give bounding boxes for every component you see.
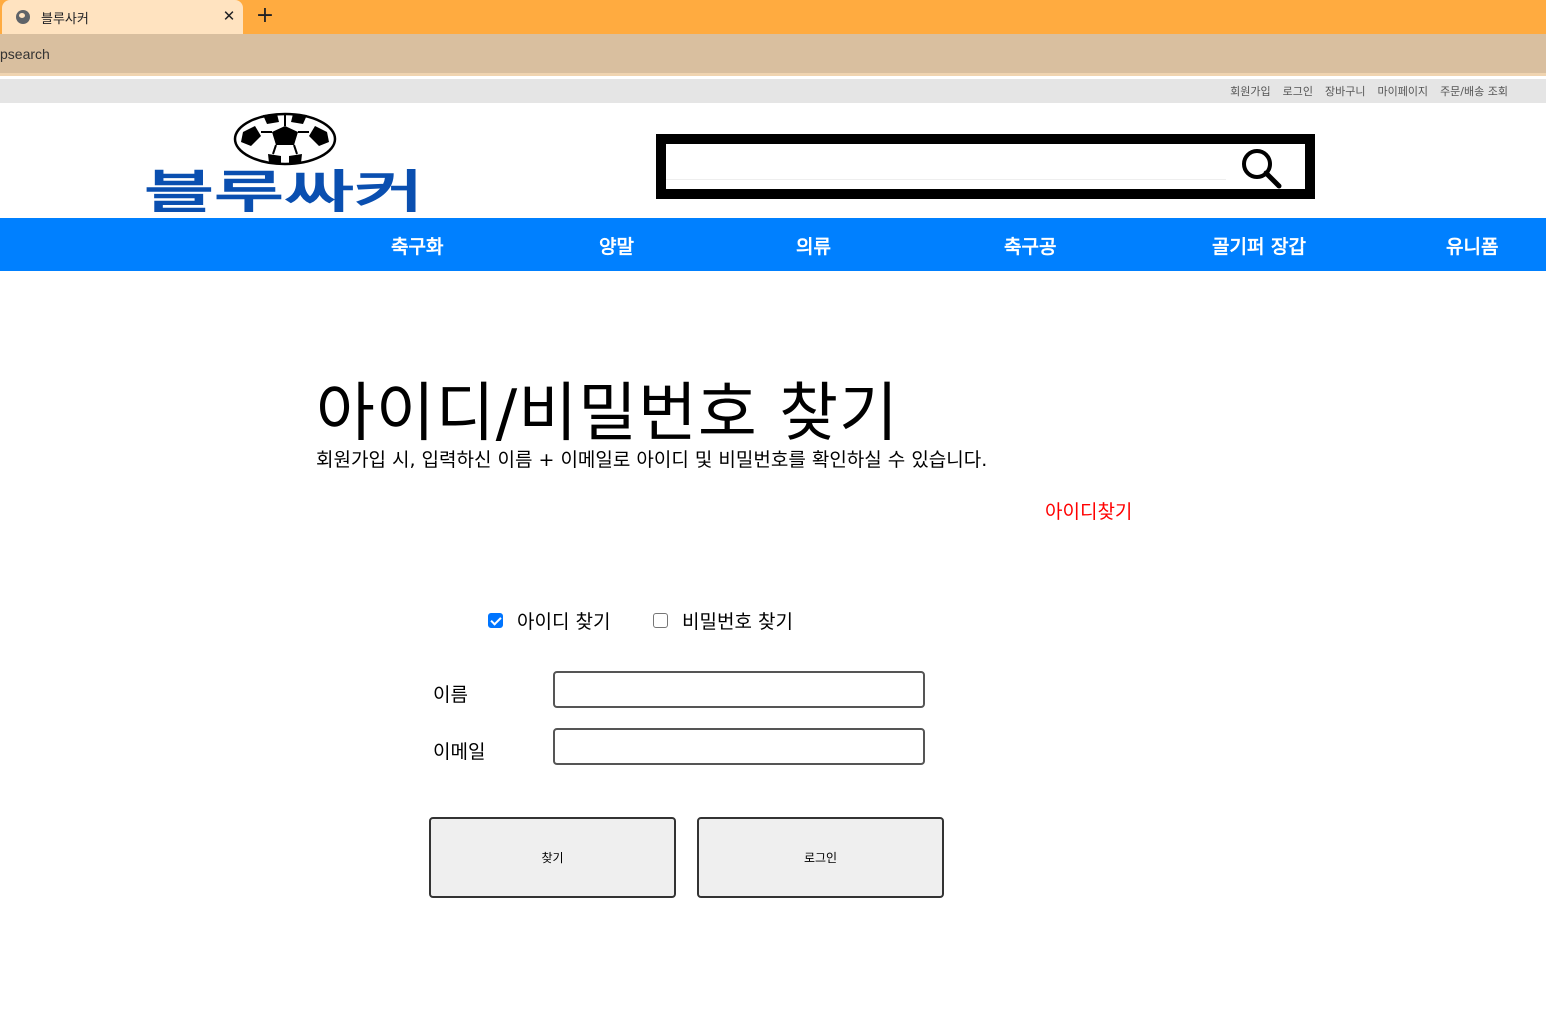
- main-nav: 축구화 양말 의류 축구공 골기퍼 장갑 유니폼: [0, 218, 1546, 271]
- option-find-id[interactable]: 아이디 찾기: [488, 607, 610, 633]
- site-header: 블루싸커: [0, 103, 1546, 218]
- nav-item-uniforms[interactable]: 유니폼: [1446, 232, 1498, 259]
- page-title: 아이디/비밀번호 찾기: [316, 377, 899, 451]
- address-text: psearch: [0, 46, 50, 62]
- find-button[interactable]: 찾기: [429, 817, 676, 898]
- new-tab-button[interactable]: +: [253, 4, 277, 28]
- nav-item-clothing[interactable]: 의류: [796, 232, 831, 259]
- browser-tab[interactable]: 블루사커 ✕: [2, 0, 243, 34]
- utility-links: 회원가입 로그인 장바구니 마이페이지 주문/배송 조회: [1230, 79, 1508, 103]
- util-link-login[interactable]: 로그인: [1283, 83, 1313, 99]
- search-input[interactable]: [666, 144, 1226, 180]
- tab-title: 블루사커: [41, 12, 89, 27]
- address-bar[interactable]: psearch: [0, 34, 1546, 76]
- section-label: 아이디찾기: [1045, 501, 1133, 523]
- find-password-checkbox[interactable]: [653, 612, 668, 628]
- nav-item-soccer-balls[interactable]: 축구공: [1004, 232, 1056, 259]
- browser-tab-bar: 블루사커 ✕ +: [0, 0, 1546, 34]
- login-button[interactable]: 로그인: [697, 817, 944, 898]
- close-icon[interactable]: ✕: [220, 6, 238, 26]
- soccer-ball-icon: [233, 112, 337, 166]
- find-id-label: 아이디 찾기: [517, 610, 611, 633]
- nav-item-goalkeeper-gloves[interactable]: 골기퍼 장갑: [1212, 232, 1306, 259]
- util-link-signup[interactable]: 회원가입: [1230, 83, 1270, 99]
- globe-icon: [16, 10, 30, 24]
- nav-item-soccer-shoes[interactable]: 축구화: [391, 232, 443, 259]
- find-id-checkbox[interactable]: [488, 612, 503, 628]
- util-link-order-tracking[interactable]: 주문/배송 조회: [1440, 83, 1508, 99]
- option-find-password[interactable]: 비밀번호 찾기: [653, 607, 793, 633]
- nav-item-socks[interactable]: 양말: [599, 232, 634, 259]
- name-label: 이름: [433, 684, 468, 706]
- site-logo[interactable]: 블루싸커: [143, 112, 425, 212]
- util-link-cart[interactable]: 장바구니: [1325, 83, 1365, 99]
- util-link-mypage[interactable]: 마이페이지: [1377, 83, 1428, 99]
- utility-bar: 회원가입 로그인 장바구니 마이페이지 주문/배송 조회: [0, 79, 1546, 103]
- search-icon[interactable]: [1239, 146, 1283, 190]
- name-input[interactable]: [553, 671, 925, 708]
- find-password-label: 비밀번호 찾기: [682, 610, 793, 633]
- page-description: 회원가입 시, 입력하신 이름 + 이메일로 아이디 및 비밀번호를 확인하실 …: [316, 449, 988, 471]
- search-box: [656, 134, 1315, 199]
- email-input[interactable]: [553, 728, 925, 765]
- email-label: 이메일: [433, 741, 486, 763]
- logo-text: 블루싸커: [144, 165, 424, 212]
